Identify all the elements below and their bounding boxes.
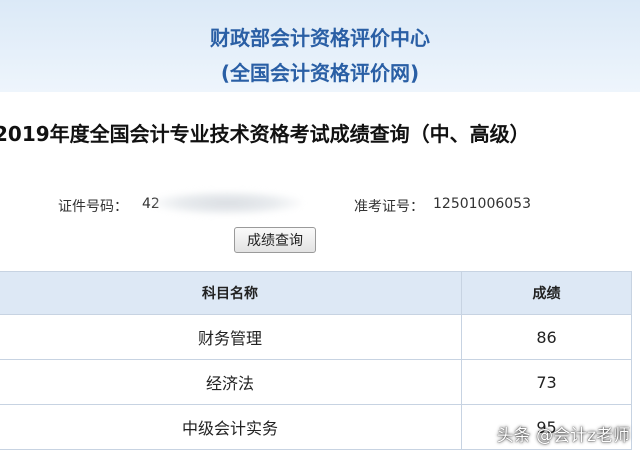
column-header-subject: 科目名称 (0, 271, 462, 315)
org-subtitle: (全国会计资格评价网) (220, 61, 420, 85)
ticket-number-label: 准考证号： (354, 199, 424, 215)
subject-cell: 经济法 (0, 359, 462, 405)
org-name: 财政部会计资格评价中心 (210, 26, 430, 50)
header-banner: 财政部会计资格评价中心 (全国会计资格评价网) (0, 0, 640, 92)
score-cell: 86 (461, 314, 632, 360)
ticket-number-value: 12501006053 (433, 196, 531, 212)
subject-cell: 财务管理 (0, 314, 462, 360)
column-header-score: 成绩 (461, 271, 632, 315)
page-title: 2019年度全国会计专业技术资格考试成绩查询（中、高级） (0, 122, 530, 146)
id-number-label: 证件号码： (58, 199, 128, 215)
table-row: 经济法 73 (0, 359, 632, 405)
score-query-button[interactable]: 成绩查询 (234, 227, 316, 253)
watermark: 头条 @会计z老师 (496, 426, 630, 446)
score-cell: 73 (461, 359, 632, 405)
id-number-blur-mask (152, 191, 302, 215)
subject-cell: 中级会计实务 (0, 404, 462, 450)
table-header-row: 科目名称 成绩 (0, 271, 632, 315)
table-row: 财务管理 86 (0, 314, 632, 360)
